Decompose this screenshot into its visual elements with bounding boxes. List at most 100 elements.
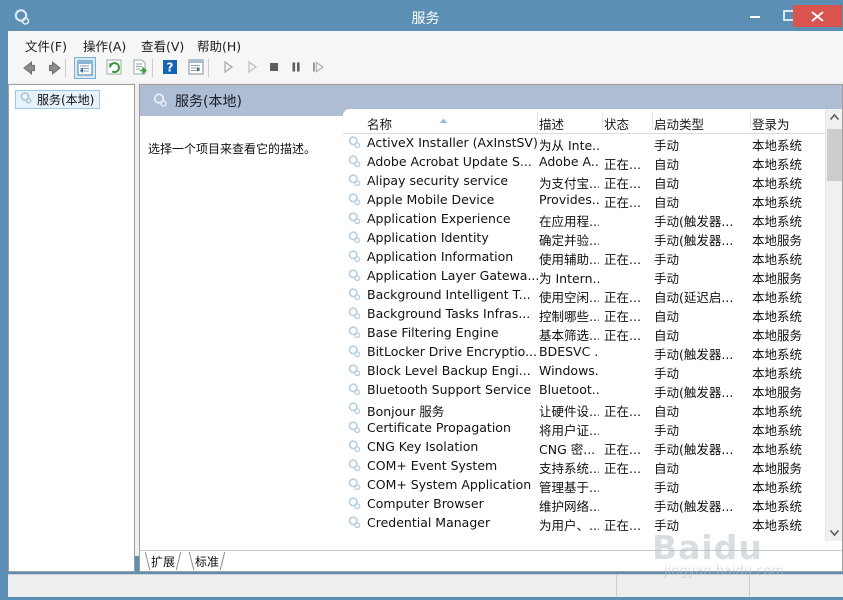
service-gear-icon [347, 268, 362, 283]
menu-help[interactable]: 帮助(H) [194, 35, 244, 56]
services-list-rows: ActiveX Installer (AxInstSV) 为从 Inte... 手动… [343, 133, 828, 541]
restart-icon[interactable] [308, 57, 330, 79]
table-row[interactable]: Certificate Propagation 将用户证... 手动 本地系统 [343, 418, 828, 438]
service-description-cell: Bluetoot... [539, 382, 599, 397]
column-divider[interactable] [750, 112, 751, 129]
refresh-icon[interactable] [104, 57, 126, 79]
tab-edge-left [188, 552, 195, 570]
view-tabs: 扩展 标准 [140, 550, 842, 571]
column-log-on-as[interactable]: 登录为 [752, 114, 790, 133]
service-description-placeholder: 选择一个项目来查看它的描述。 [148, 142, 317, 156]
table-row[interactable]: COM+ System Application 管理基于... 手动 本地系统 [343, 475, 828, 495]
service-name-cell: CNG Key Isolation [367, 439, 479, 454]
services-detail-pane: 服务(本地) 选择一个项目来查看它的描述。 名称 描述 状态 启动类型 登录为 … [139, 84, 843, 572]
table-row[interactable]: Application Experience 在应用程... 手动(触发器... 本地… [343, 209, 828, 229]
service-name-cell: Apple Mobile Device [367, 192, 495, 207]
status-bar-divider [749, 575, 750, 597]
service-gear-icon [347, 401, 362, 416]
service-description-cell: Windows... [539, 363, 599, 378]
status-bar-divider [616, 575, 617, 597]
column-description[interactable]: 描述 [539, 114, 564, 133]
services-gear-icon [19, 91, 33, 108]
tree-item-services-local[interactable]: 服务(本地) [15, 90, 101, 109]
table-row[interactable]: Computer Browser 维护网络... 手动(触发器... 本地系统 [343, 494, 828, 514]
column-divider[interactable] [602, 112, 603, 129]
pane-header-title: 服务(本地) [175, 94, 242, 110]
services-list-scrollbar[interactable] [825, 109, 842, 541]
service-description-panel: 选择一个项目来查看它的描述。 [140, 116, 343, 541]
service-gear-icon [347, 192, 362, 207]
service-description-cell: 为用户、... [539, 518, 599, 533]
export-list-icon[interactable] [130, 57, 152, 79]
play-icon[interactable] [242, 57, 264, 79]
table-row[interactable]: BitLocker Drive Encryptio...BDESVC ...手动… [343, 342, 828, 362]
service-name-cell: Background Tasks Infras... [367, 306, 531, 321]
status-bar [8, 574, 843, 597]
close-icon[interactable] [793, 5, 842, 27]
menu-view[interactable]: 查看(V) [138, 35, 187, 56]
service-name-cell: Certificate Propagation [367, 420, 511, 435]
stop-icon[interactable] [264, 57, 286, 79]
services-window: 服务 文件(F) 操作(A) 查看(V) 帮助(H) ? 服务(本地) 服务(本… [0, 0, 843, 600]
forward-arrow-icon[interactable] [44, 57, 66, 79]
service-name-cell: Base Filtering Engine [367, 325, 499, 340]
column-divider[interactable] [652, 112, 653, 129]
service-name-cell: COM+ System Application [367, 477, 532, 492]
tab-extended[interactable]: 扩展 [144, 552, 182, 570]
table-row[interactable]: Adobe Acrobat Update S... Adobe A... 正在...… [343, 152, 828, 172]
service-gear-icon [347, 287, 362, 302]
service-name-cell: BitLocker Drive Encryptio... [367, 344, 537, 359]
table-row[interactable]: Application Information 使用辅助... 正在... 手动 本地系… [343, 247, 828, 267]
title-bar: 服务 [4, 4, 843, 31]
table-row[interactable]: Background Intelligent T... 使用空闲... 正在... 自… [343, 285, 828, 305]
service-gear-icon [347, 477, 362, 492]
column-startup-type[interactable]: 启动类型 [654, 114, 704, 133]
tab-standard[interactable]: 标准 [188, 552, 227, 570]
table-row[interactable]: Alipay security service 为支付宝... 正在... 自动 本地系… [343, 171, 828, 191]
table-row[interactable]: Bluetooth Support Service Bluetoot... 手动(触… [343, 380, 828, 400]
play-icon[interactable] [218, 57, 240, 79]
table-row[interactable]: ActiveX Installer (AxInstSV) 为从 Inte... 手动… [343, 133, 828, 153]
toolbar: ? [8, 54, 843, 83]
service-name-cell: Application Experience [367, 211, 511, 226]
menu-action[interactable]: 操作(A) [80, 35, 129, 56]
table-row[interactable]: Apple Mobile Device Provides... 正在... 自动 本地系… [343, 190, 828, 210]
menu-file[interactable]: 文件(F) [22, 35, 70, 56]
table-row[interactable]: Application Layer Gatewa... 为 Intern... 手动… [343, 266, 828, 286]
table-row[interactable]: Base Filtering Engine 基本筛选... 正在... 自动 本地服务 [343, 323, 828, 343]
service-gear-icon [347, 211, 362, 226]
table-row[interactable]: COM+ Event System 支持系统... 正在... 自动 本地服务 [343, 456, 828, 476]
column-status[interactable]: 状态 [604, 114, 629, 133]
service-gear-icon [347, 154, 362, 169]
minimize-icon[interactable] [740, 4, 770, 26]
service-name-cell: Application Layer Gatewa... [367, 268, 539, 283]
console-tree-pane: 服务(本地) [8, 84, 135, 572]
service-gear-icon [347, 363, 362, 378]
table-row[interactable]: Credential Manager 为用户、... 正在... 手动 本地系统 [343, 513, 828, 533]
question-mark-icon[interactable]: ? [160, 57, 182, 79]
pause-icon[interactable] [286, 57, 308, 79]
column-name[interactable]: 名称 [367, 114, 392, 133]
service-description-cell: Provides... [539, 192, 599, 207]
console-tree-icon[interactable] [74, 57, 96, 79]
tab-extended-label: 扩展 [151, 555, 176, 569]
table-row[interactable]: CNG Key Isolation CNG 密... 正在... 手动(触发器... 本… [343, 437, 828, 457]
menu-bar: 文件(F) 操作(A) 查看(V) 帮助(H) [8, 31, 843, 55]
service-description-cell: BDESVC ... [539, 344, 599, 359]
table-row[interactable]: Application Identity 确定并验... 手动(触发器... 本地服务 [343, 228, 828, 248]
table-row[interactable]: Background Tasks Infras... 控制哪些... 正在... 自动… [343, 304, 828, 324]
service-gear-icon [347, 230, 362, 245]
scrollbar-thumb[interactable] [827, 129, 842, 181]
service-gear-icon [347, 173, 362, 188]
service-name-cell: Application Information [367, 249, 514, 264]
back-arrow-icon[interactable] [18, 57, 40, 79]
toolbar-separator [152, 59, 153, 77]
column-divider[interactable] [537, 112, 538, 129]
chevron-down-icon[interactable] [826, 524, 842, 541]
service-name-cell: Credential Manager [367, 515, 491, 530]
properties-icon[interactable] [186, 57, 208, 79]
services-list-header: 名称 描述 状态 启动类型 登录为 [343, 109, 842, 134]
chevron-up-icon[interactable] [826, 109, 842, 126]
table-row[interactable]: Bonjour 服务 让硬件设... 正在... 自动 本地系统 [343, 399, 828, 419]
table-row[interactable]: Block Level Backup Engi...Windows...手动本地… [343, 361, 828, 381]
